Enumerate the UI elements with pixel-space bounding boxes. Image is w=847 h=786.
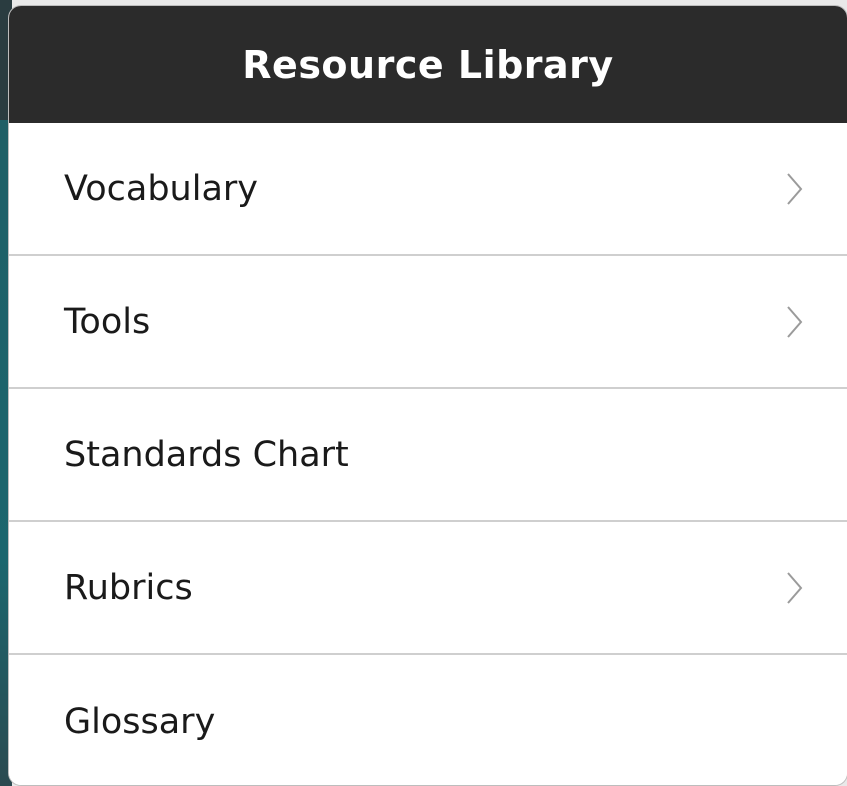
list-item-glossary[interactable]: Glossary (9, 655, 847, 785)
resource-library-popover: Resource Library Vocabulary Tools Standa… (9, 6, 847, 785)
list-item-tools[interactable]: Tools (9, 256, 847, 389)
list-item-label: Rubrics (64, 567, 193, 608)
list-item-label: Standards Chart (64, 434, 349, 475)
list-item-label: Tools (64, 301, 151, 342)
list-item-vocabulary[interactable]: Vocabulary (9, 123, 847, 256)
list-item-rubrics[interactable]: Rubrics (9, 522, 847, 655)
chevron-right-icon (783, 568, 807, 608)
list-item-label: Vocabulary (64, 168, 259, 209)
chevron-right-icon (783, 169, 807, 209)
popover-header: Resource Library (9, 6, 847, 123)
list-item-standards-chart[interactable]: Standards Chart (9, 389, 847, 522)
list-item-label: Glossary (64, 701, 216, 742)
chevron-right-icon (783, 302, 807, 342)
popover-title: Resource Library (242, 42, 614, 87)
resource-list: Vocabulary Tools Standards Chart Rubrics… (9, 123, 847, 785)
